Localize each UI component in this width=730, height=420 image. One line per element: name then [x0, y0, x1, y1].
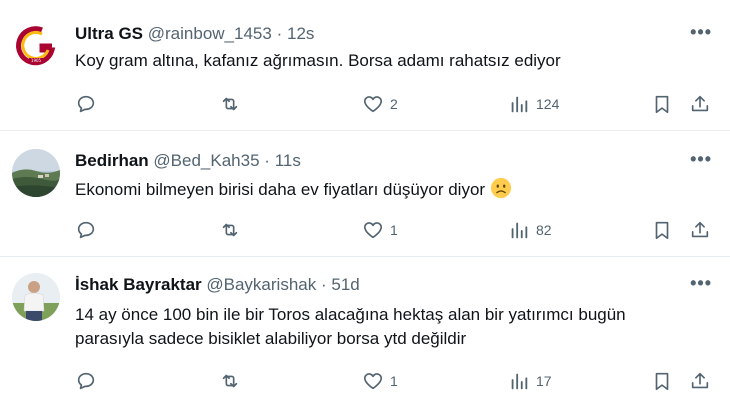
separator: · [320, 275, 327, 294]
more-options-icon[interactable]: ••• [690, 149, 712, 170]
heart-icon [363, 96, 383, 113]
reply-icon [77, 372, 95, 390]
action-bar: 2 124 [75, 92, 715, 116]
share-icon [691, 95, 709, 112]
bookmark-button[interactable] [651, 369, 673, 393]
retweet-button[interactable] [219, 218, 241, 242]
avatar[interactable] [12, 273, 60, 321]
view-count: 17 [536, 373, 552, 389]
share-icon [691, 372, 709, 389]
reply-button[interactable] [75, 218, 97, 242]
heart-icon [363, 222, 383, 239]
bookmark-icon [655, 372, 669, 391]
display-name[interactable]: Bedirhan [75, 151, 149, 170]
views-icon [511, 222, 528, 239]
person-photo-icon [12, 273, 60, 321]
views-button[interactable]: 124 [508, 92, 559, 116]
more-options-icon[interactable]: ••• [690, 273, 712, 294]
tweet-text: Ekonomi bilmeyen birisi daha ev fiyatlar… [75, 177, 705, 202]
tweet-text: Koy gram altına, kafanız ağrımasın. Bors… [75, 51, 561, 70]
tweet-text: 14 ay önce 100 bin ile bir Toros alacağı… [75, 303, 705, 351]
tweet-header: Ultra GS @rainbow_1453 · 12s [75, 24, 314, 44]
user-handle[interactable]: @rainbow_1453 [148, 24, 272, 43]
like-count: 1 [390, 373, 398, 389]
reply-icon [77, 221, 95, 239]
like-count: 2 [390, 96, 398, 112]
action-bar: 1 17 [75, 369, 715, 393]
like-button[interactable]: 1 [362, 369, 398, 393]
more-options-icon[interactable]: ••• [690, 22, 712, 43]
user-handle[interactable]: @Baykarishak [206, 275, 316, 294]
view-count: 124 [536, 96, 560, 112]
retweet-button[interactable] [219, 369, 241, 393]
bookmark-icon [655, 221, 669, 240]
retweet-icon [222, 374, 238, 388]
share-button[interactable] [689, 369, 711, 393]
views-button[interactable]: 17 [508, 369, 552, 393]
landscape-photo-icon [12, 149, 60, 197]
action-bar: 1 82 [75, 218, 715, 242]
svg-text:1905: 1905 [31, 58, 42, 63]
reply-icon [77, 95, 95, 113]
views-icon [511, 96, 528, 113]
tweet[interactable]: 1905 Ultra GS @rainbow_1453 · 12s ••• Ko… [0, 0, 730, 130]
galatasaray-logo-icon: 1905 [12, 22, 60, 70]
separator: · [264, 151, 270, 170]
heart-icon [363, 373, 383, 390]
tweet-text-line: parasıyla sadece bisiklet alabiliyor bor… [75, 329, 467, 348]
retweet-icon [222, 97, 238, 111]
timestamp[interactable]: 12s [287, 24, 314, 43]
user-handle[interactable]: @Bed_Kah35 [153, 151, 259, 170]
tweet-header: Bedirhan @Bed_Kah35 · 11s [75, 151, 301, 171]
frowning-face-emoji-icon [490, 177, 511, 199]
like-count: 1 [390, 222, 398, 238]
share-icon [691, 221, 709, 238]
avatar[interactable]: 1905 [12, 22, 60, 70]
reply-button[interactable] [75, 92, 97, 116]
views-button[interactable]: 82 [508, 218, 552, 242]
share-button[interactable] [689, 92, 711, 116]
views-icon [511, 373, 528, 390]
view-count: 82 [536, 222, 552, 238]
retweet-icon [222, 223, 238, 237]
tweet[interactable]: Bedirhan @Bed_Kah35 · 11s ••• Ekonomi bi… [0, 131, 730, 255]
tweet-header: İshak Bayraktar @Baykarishak · 51d [75, 275, 360, 295]
like-button[interactable]: 1 [362, 218, 398, 242]
bookmark-button[interactable] [651, 218, 673, 242]
retweet-button[interactable] [219, 92, 241, 116]
tweet[interactable]: İshak Bayraktar @Baykarishak · 51d ••• 1… [0, 257, 730, 420]
display-name[interactable]: Ultra GS [75, 24, 143, 43]
separator: · [276, 24, 283, 43]
timestamp[interactable]: 51d [331, 275, 359, 294]
share-button[interactable] [689, 218, 711, 242]
like-button[interactable]: 2 [362, 92, 398, 116]
display-name[interactable]: İshak Bayraktar [75, 275, 202, 294]
tweet-text-content: Ekonomi bilmeyen birisi daha ev fiyatlar… [75, 180, 486, 199]
avatar[interactable] [12, 149, 60, 197]
bookmark-icon [655, 95, 669, 114]
timestamp[interactable]: 11s [275, 151, 301, 170]
tweet-text-line: 14 ay önce 100 bin ile bir Toros alacağı… [75, 305, 626, 324]
reply-button[interactable] [75, 369, 97, 393]
bookmark-button[interactable] [651, 92, 673, 116]
